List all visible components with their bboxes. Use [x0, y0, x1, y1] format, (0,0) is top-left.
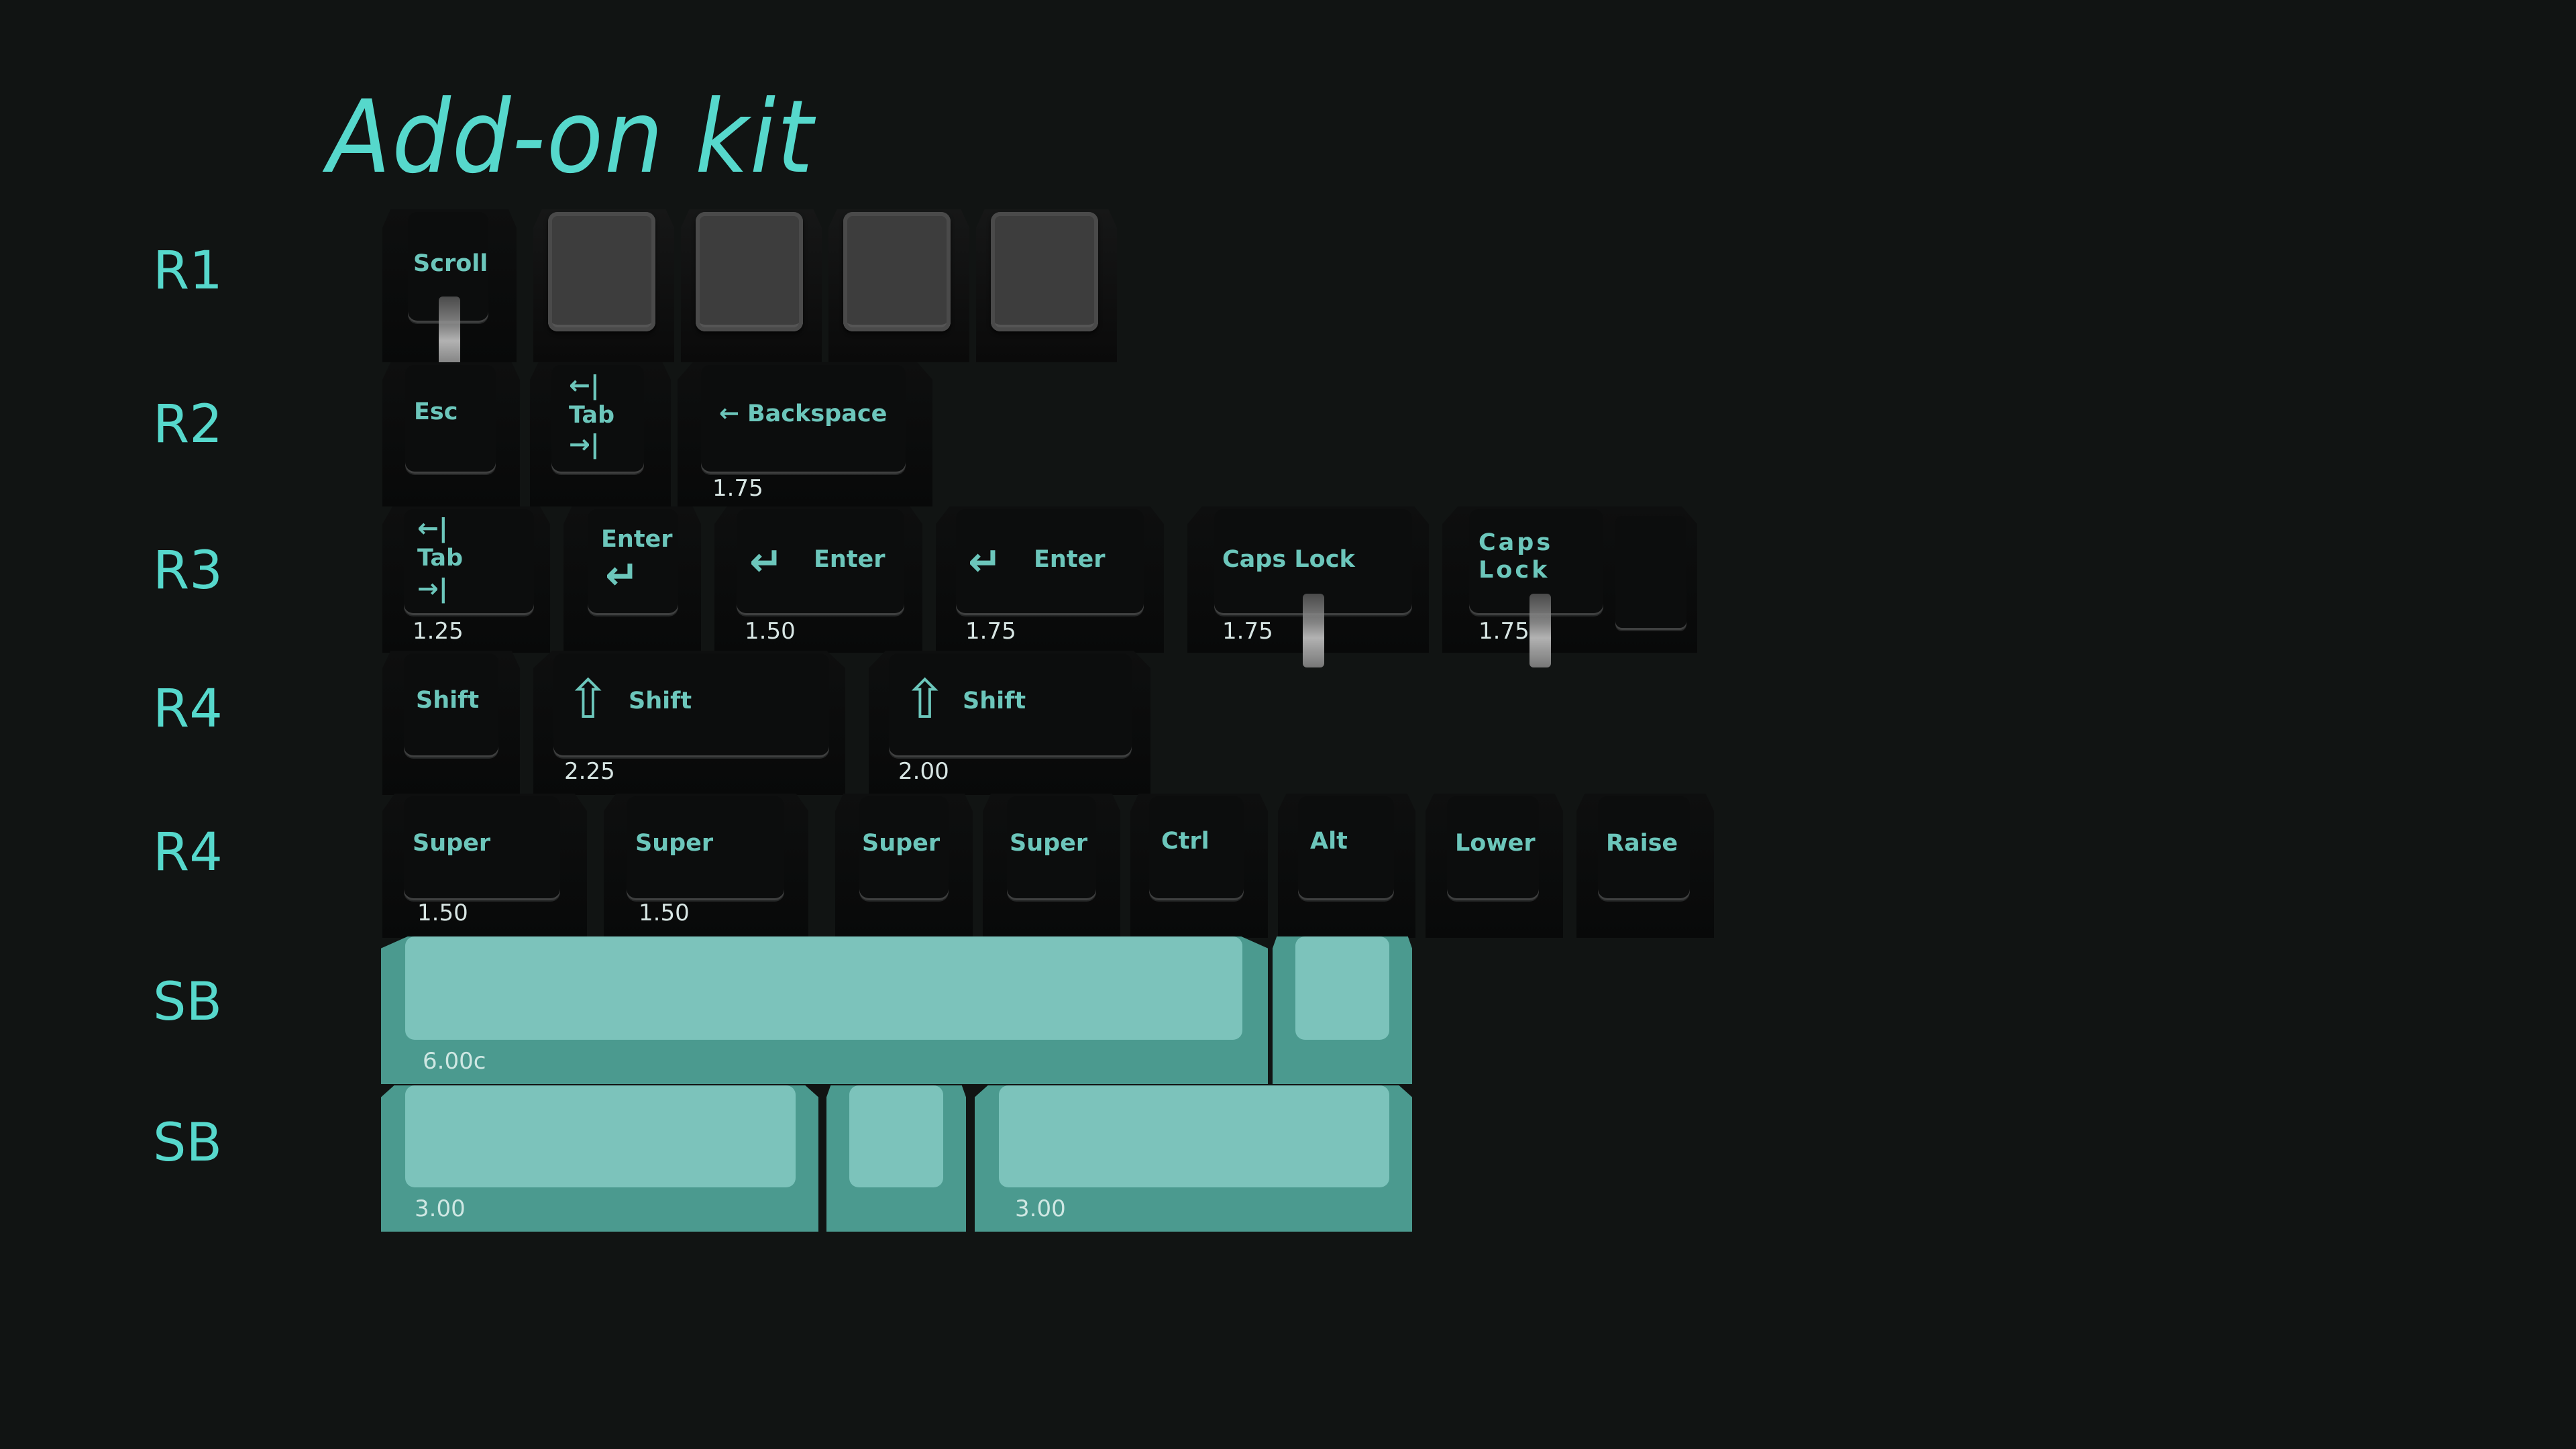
key-legend: Esc: [414, 398, 458, 425]
key-legend: Backspace: [747, 400, 888, 427]
stabilizer-stem: [1303, 594, 1324, 667]
key-legend: Scroll: [413, 250, 488, 277]
key-legend: Enter: [1034, 546, 1106, 573]
keycap-lower[interactable]: Lower: [1426, 794, 1563, 938]
keycap-top: [991, 212, 1098, 331]
keycap-ctrl[interactable]: Ctrl: [1130, 794, 1268, 938]
key-size-label: 1.75: [712, 475, 763, 502]
key-legend: Tab: [569, 402, 615, 429]
keycap-top: [696, 212, 803, 331]
row-label-r1: R1: [153, 241, 223, 301]
key-size-label: 1.50: [745, 618, 796, 645]
shift-arrow-icon: ⇧: [566, 668, 611, 731]
row-label-r3: R3: [153, 541, 223, 601]
tab-right-arrow-icon: →|: [417, 574, 448, 603]
key-legend: Alt: [1310, 828, 1348, 855]
tab-left-arrow-icon: ←|: [569, 370, 600, 400]
keycap-enter-175[interactable]: ↵ Enter 1.75: [936, 506, 1164, 653]
keycap-tab[interactable]: ←| Tab →|: [530, 362, 671, 506]
keycap-step: [1615, 516, 1686, 630]
key-size-label: 1.50: [417, 900, 468, 926]
key-size-label: 1.75: [1479, 618, 1529, 645]
backspace-arrow-icon: ←: [719, 400, 740, 427]
key-legend: Lower: [1455, 830, 1536, 857]
key-legend: Ctrl: [1161, 828, 1210, 855]
key-legend: Shift: [963, 688, 1026, 714]
key-legend: Super: [1010, 830, 1088, 857]
spacebar-600[interactable]: 6.00c: [381, 936, 1268, 1084]
key-size-label: 1.25: [413, 618, 464, 645]
key-legend: Super: [413, 830, 491, 857]
keycap-top: [843, 212, 951, 331]
spacebar-300-left[interactable]: 3.00: [381, 1085, 818, 1232]
keycap-blank-gray[interactable]: [681, 209, 822, 362]
keycap-scroll[interactable]: Scroll: [382, 209, 517, 370]
tab-left-arrow-icon: ←|: [417, 513, 448, 543]
keycap-enter-vertical[interactable]: Enter ↵: [564, 506, 701, 653]
key-legend: Tab: [417, 545, 464, 572]
keycap-caps-lock[interactable]: Caps Lock 1.75: [1187, 506, 1429, 667]
keycap-shift-225[interactable]: ⇧ Shift 2.25: [533, 651, 845, 795]
keycap-super-150[interactable]: Super 1.50: [604, 794, 808, 938]
key-legend: Super: [635, 830, 714, 857]
key-size-label: 1.75: [965, 618, 1016, 645]
key-legend: Super: [862, 830, 941, 857]
keycap-backspace[interactable]: ← Backspace 1.75: [678, 362, 932, 506]
keycap-blank-gray[interactable]: [533, 209, 674, 362]
spacebar-top: [999, 1085, 1389, 1187]
keycap-enter-150[interactable]: ↵ Enter 1.50: [714, 506, 922, 653]
spacebar-300-right[interactable]: 3.00: [975, 1085, 1412, 1232]
row-label-r4-bottom: R4: [153, 822, 223, 883]
enter-arrow-icon: ↵: [968, 539, 1002, 586]
stabilizer-stem: [439, 297, 460, 370]
key-size-label: 1.50: [639, 900, 690, 926]
keycap-super-1u[interactable]: Super: [983, 794, 1120, 938]
key-legend: Raise: [1606, 830, 1678, 857]
key-size-label: 1.75: [1222, 618, 1273, 645]
spacebar-top: [849, 1085, 943, 1187]
keycap-tab-125[interactable]: ←| Tab →| 1.25: [382, 506, 550, 653]
spacebar-1u[interactable]: [826, 1085, 966, 1232]
key-size-label: 6.00c: [423, 1048, 486, 1075]
keycap-shift-200[interactable]: ⇧ Shift 2.00: [869, 651, 1150, 795]
row-label-sb: SB: [153, 972, 223, 1032]
spacebar-1u[interactable]: [1273, 936, 1412, 1084]
keycap-super-150[interactable]: Super 1.50: [382, 794, 587, 938]
key-size-label: 2.00: [898, 758, 949, 785]
keycap-top: [548, 212, 655, 331]
keycap-raise[interactable]: Raise: [1576, 794, 1714, 938]
key-legend-line1: Caps: [1479, 529, 1554, 556]
enter-arrow-icon: ↵: [749, 539, 784, 586]
key-legend: Enter: [601, 526, 673, 553]
keycap-esc[interactable]: Esc: [382, 362, 520, 506]
spacebar-top: [405, 1085, 796, 1187]
spacebar-top: [405, 936, 1242, 1040]
keycap-super-1u[interactable]: Super: [835, 794, 973, 938]
page-title: Add-on kit: [327, 79, 814, 196]
shift-arrow-icon: ⇧: [902, 668, 948, 731]
spacebar-top: [1295, 936, 1389, 1040]
row-label-sb-bottom: SB: [153, 1113, 223, 1173]
tab-right-arrow-icon: →|: [569, 429, 600, 459]
keycap-blank-gray[interactable]: [976, 209, 1117, 362]
keycap-alt[interactable]: Alt: [1278, 794, 1415, 938]
keycap-blank-gray[interactable]: [828, 209, 969, 362]
keycap-caps-lock-stepped[interactable]: Caps Lock 1.75: [1442, 506, 1697, 667]
stabilizer-stem: [1529, 594, 1551, 667]
row-label-r4: R4: [153, 679, 223, 739]
key-size-label: 3.00: [1015, 1195, 1066, 1222]
enter-arrow-icon: ↵: [605, 552, 639, 599]
key-legend-line2: Lock: [1479, 557, 1550, 584]
key-size-label: 2.25: [564, 758, 615, 785]
row-label-r2: R2: [153, 394, 223, 455]
key-legend: Shift: [629, 688, 692, 714]
key-legend: Shift: [416, 687, 480, 714]
key-size-label: 3.00: [415, 1195, 466, 1222]
key-legend: Enter: [814, 546, 885, 573]
key-legend: Caps Lock: [1222, 546, 1355, 573]
keycap-shift-1u[interactable]: Shift: [382, 651, 520, 795]
